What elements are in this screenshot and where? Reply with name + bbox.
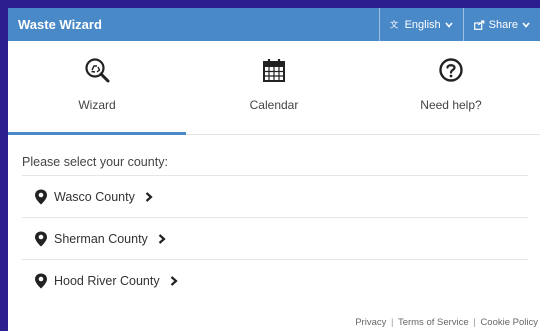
county-label: Hood River County	[54, 273, 160, 288]
county-item-hood-river[interactable]: Hood River County	[22, 259, 528, 301]
county-label: Sherman County	[54, 231, 148, 246]
tab-label: Calendar	[249, 98, 299, 112]
chevron-down-icon	[445, 21, 453, 28]
calendar-icon	[261, 57, 287, 83]
county-item-wasco[interactable]: Wasco County	[22, 175, 528, 217]
chevron-down-icon	[522, 21, 530, 28]
share-label: Share	[488, 18, 518, 31]
county-prompt: Please select your county:	[22, 155, 168, 169]
language-label: English	[404, 18, 441, 31]
question-circle-icon	[438, 57, 464, 83]
share-icon	[473, 19, 485, 30]
translate-icon: 文	[390, 19, 401, 30]
app-frame: Waste Wizard 文 English Share Wizard Cale…	[8, 8, 540, 331]
tab-label: Wizard	[78, 98, 116, 112]
tab-need-help[interactable]: Need help?	[362, 41, 540, 134]
recycle-search-icon	[84, 57, 110, 83]
map-pin-icon	[35, 231, 47, 246]
chevron-right-icon	[145, 191, 153, 202]
privacy-link[interactable]: Privacy	[355, 317, 386, 328]
top-bar: Waste Wizard 文 English Share	[8, 8, 540, 41]
app-title: Waste Wizard	[18, 17, 102, 32]
active-tab-indicator	[8, 132, 186, 135]
share-button[interactable]: Share	[462, 8, 540, 41]
map-pin-icon	[35, 189, 47, 204]
footer-separator: |	[391, 317, 394, 328]
chevron-right-icon	[170, 275, 178, 286]
footer-links: Privacy | Terms of Service | Cookie Poli…	[355, 317, 538, 328]
cookie-policy-link[interactable]: Cookie Policy	[480, 317, 538, 328]
tab-bar: Wizard Calendar Need help?	[8, 41, 540, 135]
tab-calendar[interactable]: Calendar	[185, 41, 363, 134]
terms-of-service-link[interactable]: Terms of Service	[398, 317, 469, 328]
tab-wizard[interactable]: Wizard	[8, 41, 186, 135]
language-selector[interactable]: 文 English	[378, 8, 463, 41]
county-list: Wasco County Sherman County Hood River C…	[22, 175, 528, 301]
tab-label: Need help?	[420, 98, 482, 112]
footer-separator: |	[473, 317, 476, 328]
county-label: Wasco County	[54, 189, 135, 204]
svg-text:文: 文	[390, 19, 398, 29]
chevron-right-icon	[158, 233, 166, 244]
county-item-sherman[interactable]: Sherman County	[22, 217, 528, 259]
map-pin-icon	[35, 273, 47, 288]
